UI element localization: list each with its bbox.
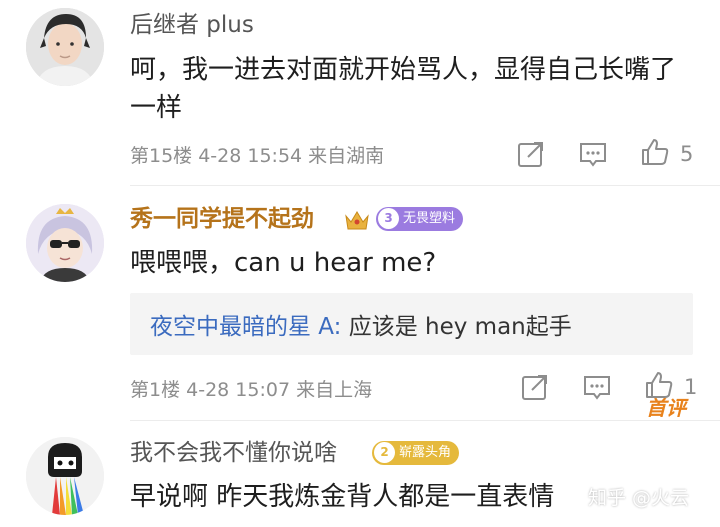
comment-item: 后继者 plus 呵，我一进去对面就开始骂人，显得自己长嘴了一样 第15楼 4-… — [0, 0, 720, 185]
comment-text: 呵，我一进去对面就开始骂人，显得自己长嘴了一样 — [130, 55, 677, 123]
comment-item: 我不会我不懂你说啥 2 崭露头角 早说啊 昨天我炼金背人都是一直表情 — [0, 421, 720, 527]
crown-icon — [345, 211, 369, 230]
like-icon[interactable] — [644, 370, 674, 400]
reply-preview[interactable]: 夜空中最暗的星 A: 应该是 hey man起手 — [130, 293, 693, 355]
share-icon[interactable] — [520, 372, 550, 402]
comment-meta: 第1楼 4-28 15:07 来自上海 — [130, 379, 373, 401]
avatar[interactable] — [26, 8, 104, 86]
comment-meta: 第15楼 4-28 15:54 来自湖南 — [130, 145, 385, 167]
user-badge: 2 崭露头角 — [372, 441, 460, 465]
comment-item: 秀一同学提不起劲 3 无畏塑料 首评 喂喂喂，can u hear me? 夜空… — [0, 186, 720, 426]
share-icon[interactable] — [516, 139, 546, 169]
like-count: 5 — [680, 142, 694, 166]
reply-text: 应该是 hey man起手 — [341, 314, 572, 340]
reply-content: 夜空中最暗的星 A: 应该是 hey man起手 — [150, 307, 572, 341]
comment-icon[interactable] — [578, 139, 608, 169]
like-icon[interactable] — [640, 137, 670, 167]
username[interactable]: 后继者 plus — [130, 10, 254, 40]
username[interactable]: 我不会我不懂你说啥 — [130, 438, 337, 468]
comment-text: 喂喂喂，can u hear me? — [130, 248, 437, 278]
avatar[interactable] — [26, 204, 104, 282]
user-badge: 3 无畏塑料 — [376, 207, 464, 231]
comment-icon[interactable] — [582, 372, 612, 402]
watermark: 知乎 @火云 — [588, 487, 690, 509]
badge-title: 无畏塑料 — [403, 211, 456, 226]
like-count: 1 — [684, 375, 698, 399]
avatar[interactable] — [26, 437, 104, 515]
badge-level: 2 — [374, 442, 395, 463]
username[interactable]: 秀一同学提不起劲 — [130, 204, 314, 234]
reply-author[interactable]: 夜空中最暗的星 A: — [150, 314, 341, 340]
badge-title: 崭露头角 — [399, 445, 452, 460]
badge-level: 3 — [378, 208, 399, 229]
comment-text: 早说啊 昨天我炼金背人都是一直表情 — [130, 482, 555, 512]
